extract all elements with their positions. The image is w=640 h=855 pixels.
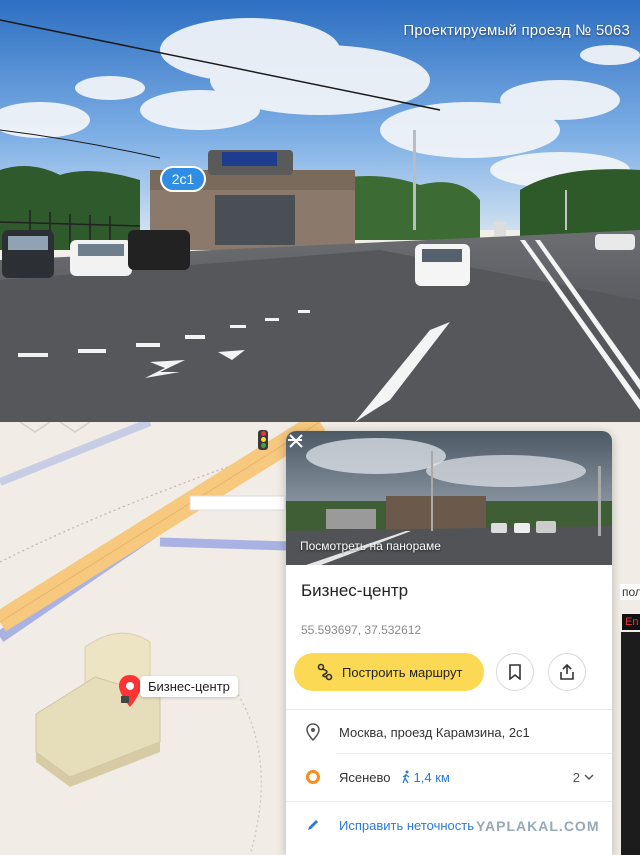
address-pin-icon xyxy=(303,722,323,742)
metro-icon xyxy=(303,767,323,787)
walk-distance-text: 1,4 км xyxy=(413,769,450,785)
coordinates-text[interactable]: 55.593697, 37.532612 xyxy=(301,623,421,637)
build-route-label: Построить маршрут xyxy=(342,664,463,680)
metro-station-name: Ясенево xyxy=(339,769,391,785)
route-icon xyxy=(317,663,333,681)
panorama-scene xyxy=(0,0,640,422)
metro-exits-toggle[interactable]: 2 xyxy=(573,770,594,785)
card-divider xyxy=(286,709,612,710)
language-badge: En xyxy=(622,614,640,630)
walk-distance: 1,4 км xyxy=(401,770,450,785)
share-button[interactable] xyxy=(548,653,586,691)
building-number-tag[interactable]: 2с1 xyxy=(160,166,206,192)
panorama-preview[interactable]: Посмотреть на панораме xyxy=(286,431,612,565)
card-divider xyxy=(286,801,612,802)
side-panel-edge xyxy=(621,632,640,855)
street-name-label: Проектируемый проезд № 5063 xyxy=(403,22,630,39)
watermark: YAPLAKAL.COM xyxy=(476,818,600,834)
street-panorama[interactable]: Проектируемый проезд № 5063 2с1 xyxy=(0,0,640,422)
place-card: Посмотреть на панораме Бизнес-центр 55.5… xyxy=(286,431,612,855)
traffic-light-icon xyxy=(258,430,268,450)
share-icon xyxy=(560,664,574,680)
bookmark-button[interactable] xyxy=(496,653,534,691)
address-text: Москва, проезд Карамзина, 2с1 xyxy=(339,724,530,740)
chevron-down-icon xyxy=(584,774,594,781)
pin-label[interactable]: Бизнес-центр xyxy=(140,676,238,697)
map-edge-label: пол xyxy=(620,584,640,600)
fix-inaccuracy-link[interactable]: Исправить неточность xyxy=(339,818,474,833)
exits-count: 2 xyxy=(572,769,580,785)
screenshot-root: Проектируемый проезд № 5063 2с1 Бизнес-ц… xyxy=(0,0,640,855)
view-panorama-link[interactable]: Посмотреть на панораме xyxy=(300,539,441,553)
location-pin-icon[interactable] xyxy=(118,674,142,708)
place-title: Бизнес-центр xyxy=(301,581,409,600)
build-route-button[interactable]: Построить маршрут xyxy=(294,653,484,691)
walking-icon xyxy=(401,770,409,784)
address-row[interactable]: Москва, проезд Карамзина, 2с1 xyxy=(286,712,612,752)
pencil-icon xyxy=(303,815,323,835)
card-divider xyxy=(336,753,612,754)
close-icon[interactable] xyxy=(286,431,306,451)
metro-row[interactable]: Ясенево 1,4 км 2 xyxy=(286,757,612,797)
bookmark-icon xyxy=(509,664,521,680)
